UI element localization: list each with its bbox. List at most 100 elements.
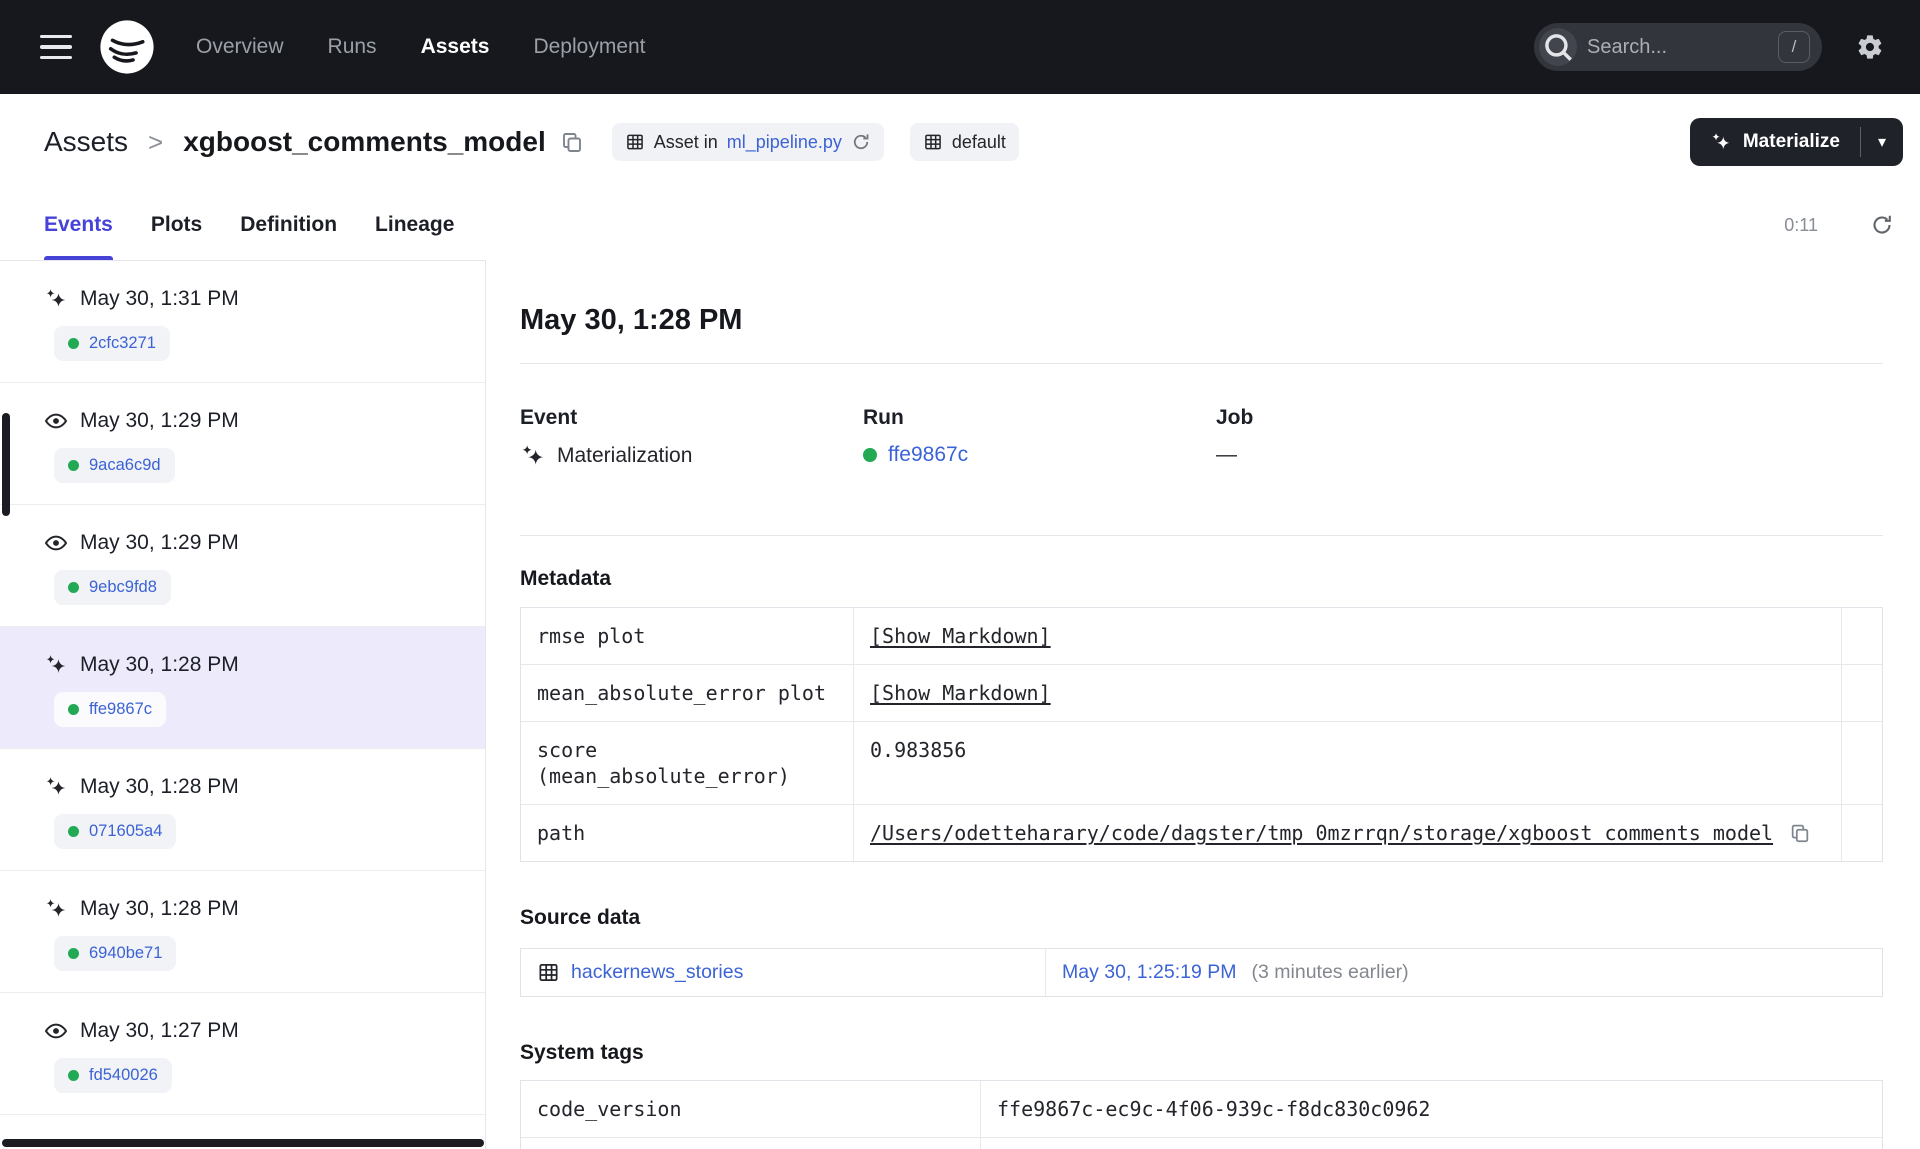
materialization-sparkle-icon bbox=[44, 287, 68, 311]
metadata-key: rmse plot bbox=[521, 608, 854, 664]
asset-title: xgboost_comments_model bbox=[183, 126, 546, 157]
search-input[interactable] bbox=[1587, 35, 1768, 59]
materialize-button[interactable]: Materialize bbox=[1690, 118, 1860, 166]
settings-gear-icon[interactable] bbox=[1856, 33, 1884, 61]
metadata-row: rmse plot [Show Markdown] bbox=[521, 608, 1882, 665]
run-status-dot bbox=[68, 826, 79, 837]
refresh-icon[interactable] bbox=[1870, 213, 1894, 237]
system-tag-value bbox=[981, 1138, 1882, 1149]
materialize-dropdown-button[interactable]: ▾ bbox=[1861, 118, 1903, 166]
asset-table-icon bbox=[625, 132, 645, 152]
metadata-key: mean_absolute_error plot bbox=[521, 665, 854, 721]
run-status-dot bbox=[68, 704, 79, 715]
run-status-dot bbox=[68, 948, 79, 959]
tab-plots[interactable]: Plots bbox=[151, 190, 202, 260]
event-list-item[interactable]: May 30, 1:28 PM 071605a4 bbox=[0, 749, 485, 871]
primary-nav: Overview Runs Assets Deployment bbox=[196, 35, 646, 59]
event-time: May 30, 1:28 PM bbox=[80, 653, 239, 676]
run-id-pill[interactable]: ffe9867c bbox=[54, 692, 167, 727]
copy-path-icon[interactable] bbox=[1789, 822, 1811, 844]
nav-item-deployment[interactable]: Deployment bbox=[533, 35, 645, 59]
metadata-extra-cell bbox=[1842, 805, 1882, 861]
sidebar-horizontal-scrollbar[interactable] bbox=[2, 1139, 484, 1147]
dagster-app: Overview Runs Assets Deployment / Assets… bbox=[0, 0, 1920, 1149]
breadcrumb-assets-link[interactable]: Assets bbox=[44, 126, 128, 158]
sidebar-vertical-scrollbar[interactable] bbox=[2, 413, 10, 516]
run-id-pill[interactable]: 6940be71 bbox=[54, 936, 177, 971]
pipeline-file-link[interactable]: ml_pipeline.py bbox=[727, 132, 842, 153]
run-id-link[interactable]: ffe9867c bbox=[888, 443, 968, 467]
materialize-sparkle-icon bbox=[1710, 131, 1732, 153]
search-shortcut-key: / bbox=[1778, 31, 1810, 63]
run-status-dot bbox=[68, 460, 79, 471]
observation-eye-icon bbox=[44, 531, 68, 555]
run-status-dot bbox=[68, 1070, 79, 1081]
menu-icon[interactable] bbox=[40, 34, 72, 60]
source-asset-link[interactable]: hackernews_stories bbox=[571, 961, 743, 984]
metadata-extra-cell bbox=[1842, 608, 1882, 664]
run-id-pill[interactable]: 2cfc3271 bbox=[54, 326, 170, 361]
nav-item-assets[interactable]: Assets bbox=[421, 35, 490, 59]
asset-group-tag[interactable]: default bbox=[909, 123, 1019, 161]
event-list-sidebar: May 30, 1:31 PM 2cfc3271 May 30, 1:29 PM… bbox=[0, 260, 486, 1149]
nav-item-overview[interactable]: Overview bbox=[196, 35, 284, 59]
metadata-value: 0.983856 bbox=[854, 722, 1842, 804]
event-summary-row: Event Materialization Run ffe9867c Job — bbox=[520, 406, 1883, 469]
breadcrumb-separator: > bbox=[148, 126, 164, 157]
run-status-dot bbox=[68, 338, 79, 349]
observation-eye-icon bbox=[44, 1019, 68, 1043]
metadata-extra-cell bbox=[1842, 722, 1882, 804]
system-tag-row-partial bbox=[521, 1138, 1882, 1149]
event-time: May 30, 1:31 PM bbox=[80, 287, 239, 310]
source-data-table: hackernews_stories May 30, 1:25:19 PM (3… bbox=[520, 948, 1883, 997]
run-status-dot bbox=[863, 448, 877, 462]
event-list-item[interactable]: May 30, 1:29 PM 9aca6c9d bbox=[0, 383, 485, 505]
event-list-item[interactable]: May 30, 1:27 PM fd540026 bbox=[0, 993, 485, 1115]
reload-definitions-icon[interactable] bbox=[851, 132, 871, 152]
run-id-pill[interactable]: fd540026 bbox=[54, 1058, 172, 1093]
run-id-pill[interactable]: 9aca6c9d bbox=[54, 448, 175, 483]
show-markdown-link[interactable]: [Show Markdown] bbox=[870, 624, 1051, 648]
metadata-heading: Metadata bbox=[520, 567, 612, 590]
run-id-pill[interactable]: 9ebc9fd8 bbox=[54, 570, 171, 605]
dagster-logo-icon[interactable] bbox=[98, 18, 156, 76]
system-tags-table: code_version ffe9867c-ec9c-4f06-939c-f8d… bbox=[520, 1080, 1883, 1149]
event-list-item-selected[interactable]: May 30, 1:28 PM ffe9867c bbox=[0, 627, 485, 749]
asset-header: Assets > xgboost_comments_model Asset in… bbox=[0, 94, 1920, 190]
nav-item-runs[interactable]: Runs bbox=[328, 35, 377, 59]
system-tag-row: code_version ffe9867c-ec9c-4f06-939c-f8d… bbox=[521, 1081, 1882, 1138]
materialization-sparkle-icon bbox=[44, 897, 68, 921]
tab-definition[interactable]: Definition bbox=[240, 190, 337, 260]
run-status-dot bbox=[68, 582, 79, 593]
run-id-link: 9aca6c9d bbox=[89, 456, 161, 474]
run-id-link: 9ebc9fd8 bbox=[89, 578, 157, 596]
event-time: May 30, 1:29 PM bbox=[80, 409, 239, 432]
event-type-value: Materialization bbox=[557, 444, 693, 467]
search-box[interactable]: / bbox=[1534, 23, 1822, 71]
tab-events[interactable]: Events bbox=[44, 190, 113, 260]
divider bbox=[520, 363, 1883, 364]
event-time: May 30, 1:28 PM bbox=[80, 775, 239, 798]
asset-tabs: Events Plots Definition Lineage 0:11 bbox=[0, 190, 1920, 260]
system-tag-key: code_version bbox=[521, 1081, 981, 1137]
run-id-link: 2cfc3271 bbox=[89, 334, 156, 352]
tab-lineage[interactable]: Lineage bbox=[375, 190, 454, 260]
event-list-item[interactable]: May 30, 1:31 PM 2cfc3271 bbox=[0, 261, 485, 383]
metadata-table: rmse plot [Show Markdown] mean_absolute_… bbox=[520, 607, 1883, 862]
group-table-icon bbox=[923, 132, 943, 152]
materialize-label: Materialize bbox=[1742, 131, 1840, 152]
storage-path-link[interactable]: /Users/odetteharary/code/dagster/tmp_0mz… bbox=[870, 820, 1773, 846]
divider bbox=[520, 535, 1883, 536]
source-timestamp-link[interactable]: May 30, 1:25:19 PM bbox=[1062, 961, 1237, 984]
event-list-item[interactable]: May 30, 1:28 PM 6940be71 bbox=[0, 871, 485, 993]
refresh-countdown: 0:11 bbox=[1784, 214, 1818, 235]
show-markdown-link[interactable]: [Show Markdown] bbox=[870, 681, 1051, 705]
source-time-note: (3 minutes earlier) bbox=[1251, 961, 1409, 983]
run-id-pill[interactable]: 071605a4 bbox=[54, 814, 177, 849]
event-time: May 30, 1:29 PM bbox=[80, 531, 239, 554]
materialization-sparkle-icon bbox=[44, 653, 68, 677]
run-id-link: ffe9867c bbox=[89, 700, 153, 718]
event-detail-title: May 30, 1:28 PM bbox=[520, 304, 743, 336]
copy-asset-name-icon[interactable] bbox=[560, 130, 584, 154]
event-list-item[interactable]: May 30, 1:29 PM 9ebc9fd8 bbox=[0, 505, 485, 627]
